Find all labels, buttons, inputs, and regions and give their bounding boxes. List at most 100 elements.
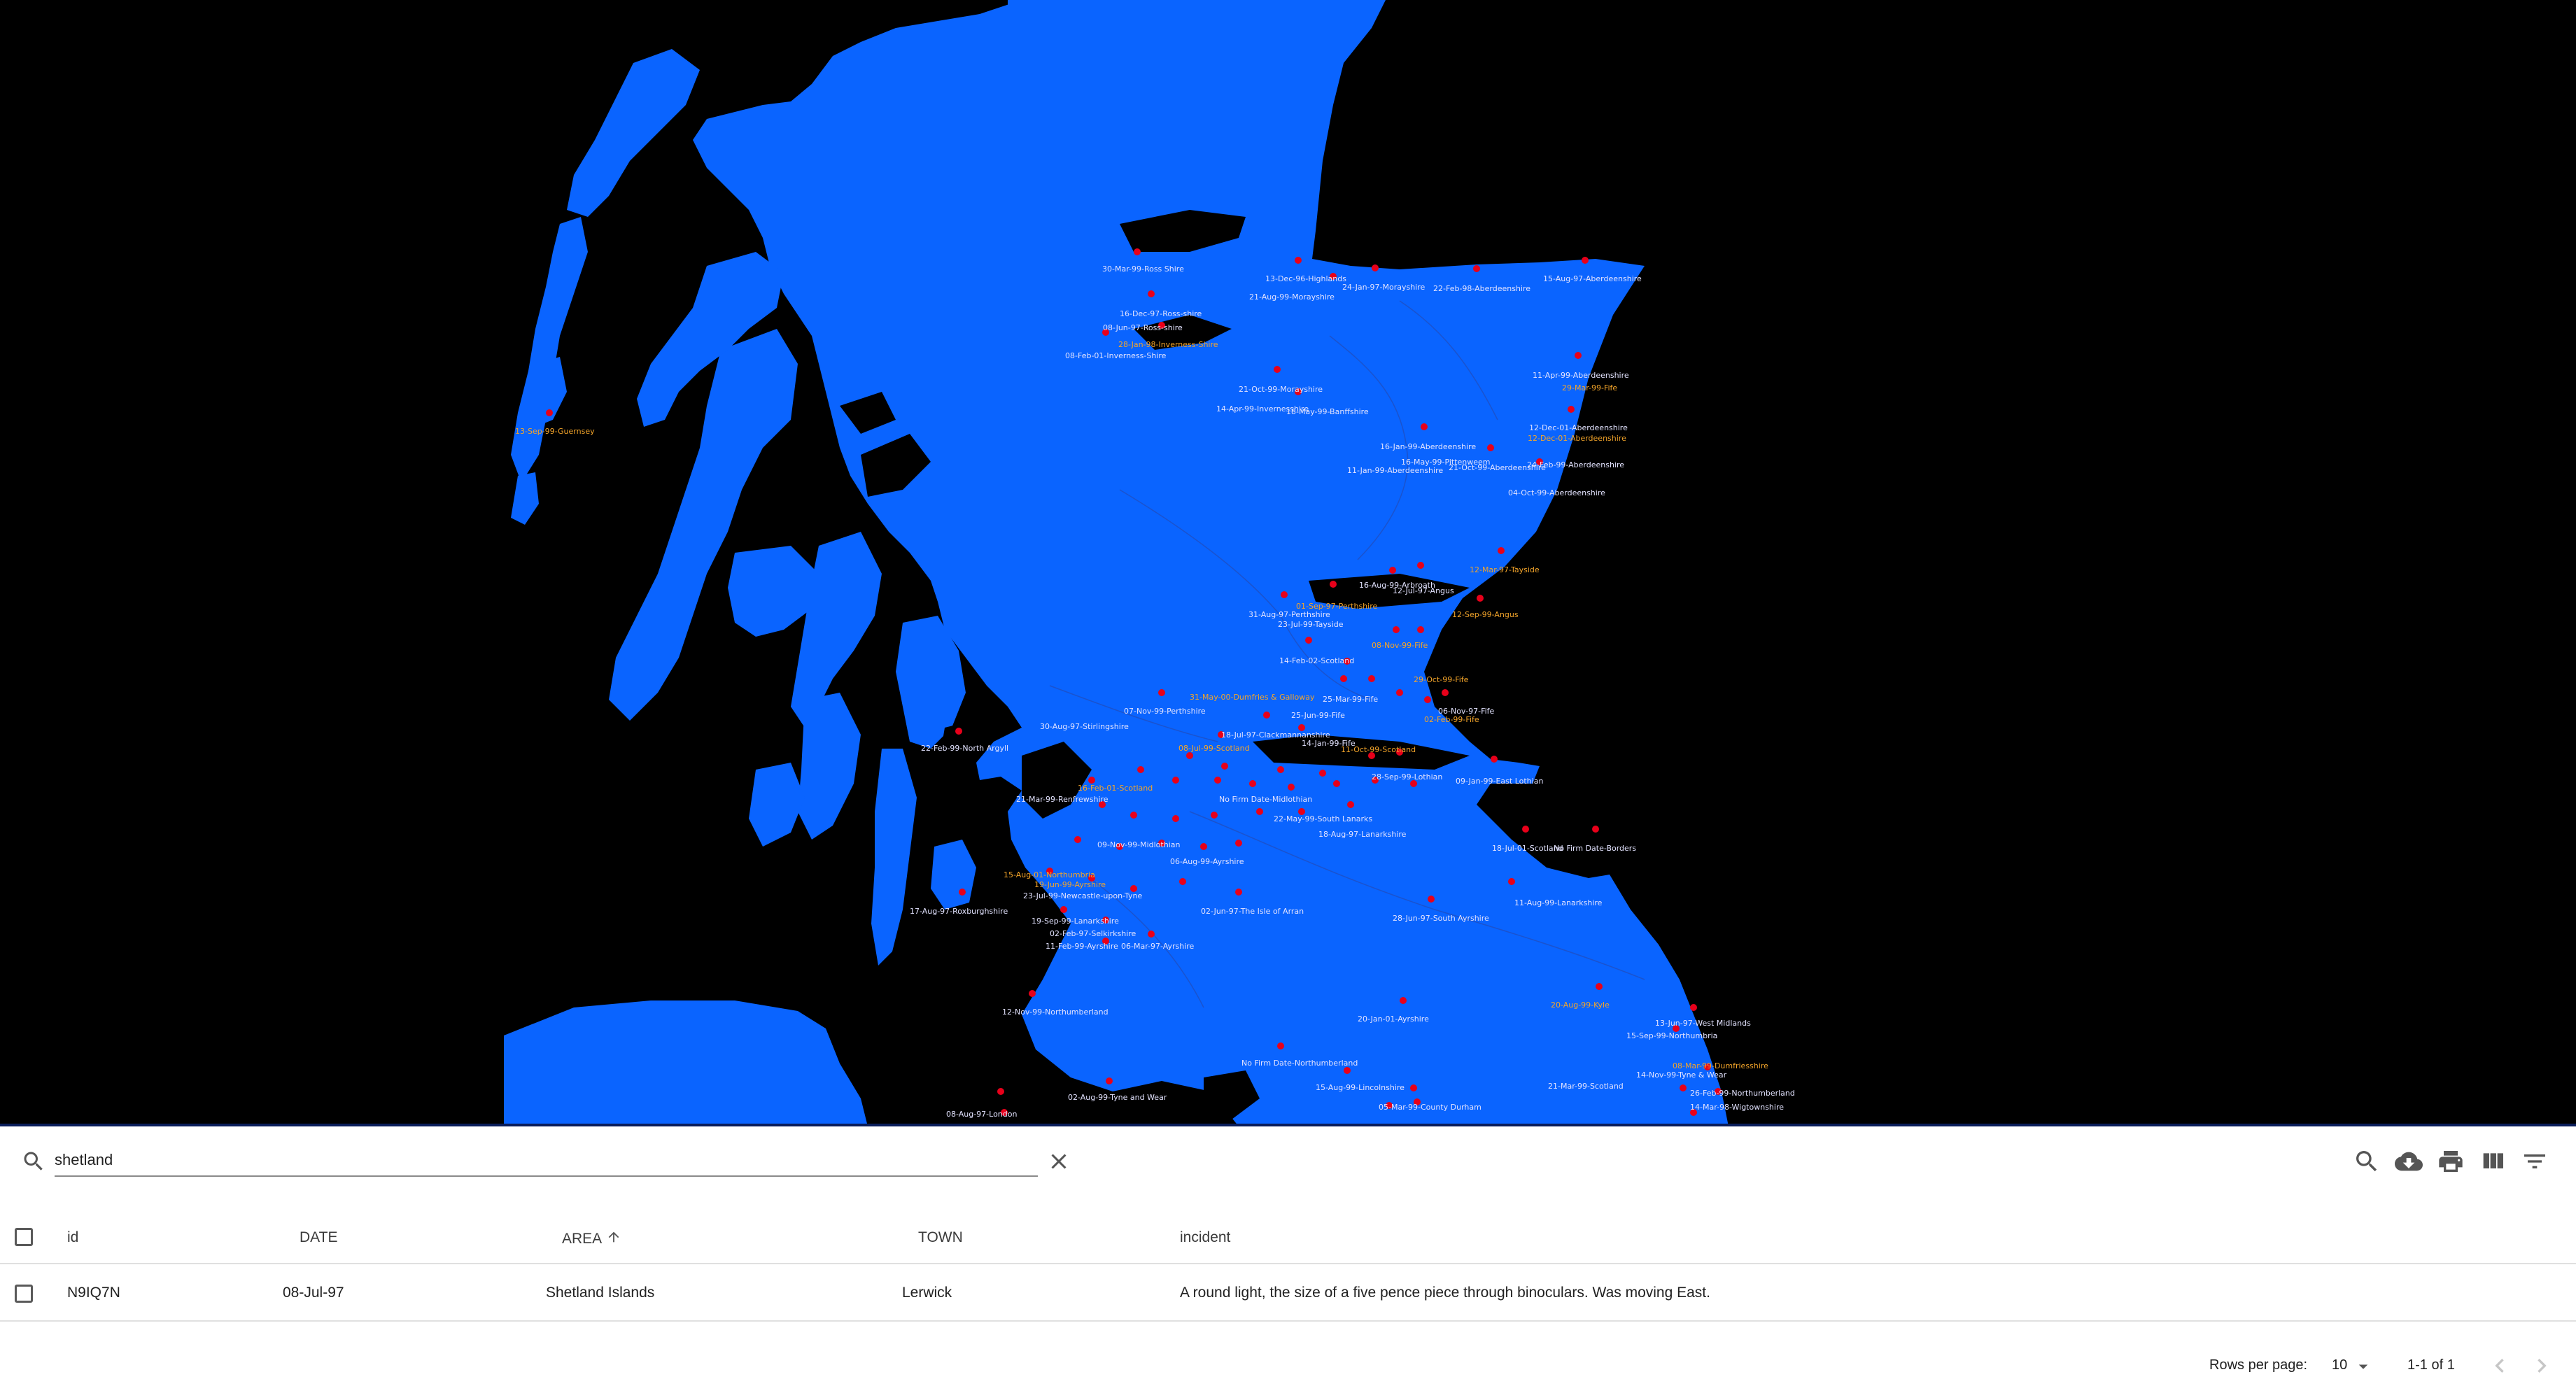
map-incident-label: 13-Jun-97-West Midlands (1655, 1019, 1751, 1028)
map-incident-label: 21-Mar-99-Scotland (1548, 1082, 1624, 1091)
map-incident-label: 12-Mar-97-Tayside (1470, 565, 1540, 574)
uk-incident-map[interactable]: 30-Mar-99-Ross Shire 13-Dec-96-Highlands 2… (0, 0, 2576, 1126)
clear-search-icon[interactable] (1046, 1149, 1071, 1174)
column-header-town[interactable]: TOWN (918, 1229, 963, 1246)
map-incident-label: 20-Aug-99-Kyle (1551, 1000, 1610, 1010)
map-incident-label: No Firm Date-Northumberland (1241, 1059, 1358, 1068)
map-incident-label: 29-Mar-99-Fife (1562, 383, 1617, 393)
column-header-area[interactable]: AREA (562, 1229, 621, 1249)
map-incident-label: 08-Jul-99-Scotland (1178, 744, 1250, 753)
search-icon (21, 1149, 46, 1174)
map-incident-label: 22-Feb-98-Aberdeenshire (1433, 284, 1530, 293)
table-header-row: id DATE AREA TOWN incident (0, 1210, 2576, 1264)
map-incident-label: 18-Aug-97-Lanarkshire (1318, 830, 1407, 839)
map-incident-label: 25-Mar-99-Fife (1323, 695, 1378, 704)
map-incident-label: 09-Jan-99-East Lothian (1456, 777, 1543, 786)
map-incident-label: 12-Nov-99-Northumberland (1002, 1007, 1108, 1017)
map-incident-label: 15-Aug-01-Northumbria (1004, 870, 1095, 879)
column-header-id[interactable]: id (67, 1229, 78, 1246)
map-incident-label: 28-Sep-99-Lothian (1372, 772, 1442, 782)
map-incident-label: 11-Oct-99-Scotland (1341, 745, 1416, 754)
cloud-download-icon[interactable] (2395, 1147, 2423, 1175)
map-incident-label: 14-Feb-02-Scotland (1279, 656, 1354, 665)
row-select-checkbox[interactable] (15, 1285, 33, 1303)
print-icon[interactable] (2437, 1147, 2465, 1175)
select-all-checkbox[interactable] (15, 1228, 33, 1246)
map-incident-label: 11-Jan-99-Aberdeenshire (1347, 466, 1443, 475)
map-incident-label: 30-Mar-99-Ross Shire (1102, 264, 1184, 274)
map-incident-label: 21-Mar-99-Renfrewshire (1016, 795, 1108, 804)
map-incident-label: 18-Jul-01-Scotland (1492, 844, 1563, 853)
map-incident-label: 12-Dec-01-Aberdeenshire (1529, 423, 1628, 432)
map-incident-label: 16-Jan-99-Aberdeenshire (1380, 442, 1476, 451)
data-table: id DATE AREA TOWN incident N9IQ7N 08-Jul… (0, 1128, 2576, 1393)
map-incident-label: 31-Aug-97-Perthshire (1248, 610, 1330, 619)
pagination: Rows per page: 10 1-1 of 1 (0, 1345, 2576, 1384)
cell-town: Lerwick (902, 1285, 952, 1301)
map-incident-label: 22-Feb-99-North Argyll (921, 744, 1008, 753)
map-incident-label: 08-Nov-99-Fife (1372, 641, 1428, 650)
map-incident-label: 24-Jan-97-Morayshire (1342, 283, 1426, 292)
map-incident-label: 28-Jan-98-Inverness-Shire (1118, 340, 1218, 349)
search-icon[interactable] (2353, 1147, 2381, 1175)
map-incident-label: 14-Nov-99-Tyne & Wear (1636, 1070, 1727, 1080)
map-incident-label: 20-Jan-01-Ayrshire (1358, 1014, 1429, 1024)
map-incident-label: 12-Dec-01-Aberdeenshire (1528, 434, 1626, 443)
land-mass (504, 0, 1729, 1126)
column-header-date[interactable]: DATE (300, 1229, 337, 1246)
map-incident-label: 04-Oct-99-Aberdeenshire (1508, 488, 1605, 497)
dropdown-arrow-icon (2358, 1364, 2368, 1369)
map-incident-label: 28-Jun-97-South Ayrshire (1393, 914, 1489, 923)
map-incident-label: 24-Feb-99-Aberdeenshire (1527, 460, 1624, 469)
filter-list-icon[interactable] (2521, 1147, 2549, 1175)
sort-ascending-icon[interactable] (606, 1229, 621, 1249)
table-row[interactable]: N9IQ7N 08-Jul-97 Shetland Islands Lerwic… (0, 1266, 2576, 1322)
cell-id: N9IQ7N (67, 1285, 120, 1301)
map-incident-label: 14-Mar-98-Wigtownshire (1690, 1103, 1784, 1112)
map-incident-label: 06-Mar-97-Ayrshire (1121, 942, 1195, 951)
map-incident-label: 12-Jul-97-Angus (1393, 586, 1454, 595)
map-incident-label: 18-May-99-Banffshire (1286, 407, 1369, 416)
map-incident-label: 11-Aug-99-Lanarkshire (1514, 898, 1603, 907)
map-incident-label: 19-Jun-99-Ayrshire (1034, 880, 1106, 889)
map-incident-label: 15-Aug-97-Aberdeenshire (1543, 274, 1642, 283)
map-incident-label: 29-Oct-99-Fife (1414, 675, 1469, 684)
map-incident-label: 02-Aug-99-Tyne and Wear (1068, 1093, 1167, 1102)
column-header-incident[interactable]: incident (1180, 1229, 1230, 1246)
cell-area: Shetland Islands (546, 1285, 655, 1301)
map-incident-label: 05-Mar-99-County Durham (1379, 1103, 1481, 1112)
map-incident-label: 21-Oct-99-Morayshire (1239, 385, 1323, 394)
map-incident-label: No Firm Date-Midlothian (1219, 795, 1312, 804)
map-incident-label: 08-Feb-01-Inverness-Shire (1065, 351, 1167, 360)
map-incident-label: 11-Apr-99-Aberdeenshire (1533, 371, 1629, 380)
map-incident-label: 15-Aug-99-Lincolnshire (1316, 1083, 1405, 1092)
cell-incident: A round light, the size of a five pence … (1180, 1285, 1710, 1301)
map-incident-label: 02-Jun-97-The Isle of Arran (1201, 907, 1304, 916)
rows-per-page-value: 10 (2332, 1357, 2348, 1373)
map-incident-label: 23-Jul-99-Newcastle-upon-Tyne (1023, 891, 1143, 900)
map-incident-label: 12-Sep-99-Angus (1452, 610, 1519, 619)
map-incident-label: 22-May-99-South Lanarks (1274, 814, 1372, 823)
map-incident-label: 08-Mar-99-Dumfriesshire (1673, 1061, 1768, 1070)
map-incident-label: 26-Feb-99-Northumberland (1690, 1089, 1795, 1098)
search-input[interactable] (55, 1145, 1038, 1175)
search-field[interactable] (55, 1145, 1038, 1177)
rows-per-page-select[interactable]: 10 (2332, 1355, 2378, 1377)
next-page-icon[interactable] (2528, 1352, 2556, 1380)
map-incident-label: 16-Dec-97-Ross-shire (1120, 309, 1202, 318)
map-incident-label: 07-Nov-99-Perthshire (1124, 707, 1206, 716)
map-incident-label: 17-Aug-97-Roxburghshire (910, 907, 1008, 916)
map-incident-label: 21-Aug-99-Morayshire (1249, 292, 1335, 302)
map-incident-label: 19-Sep-99-Lanarkshire (1032, 917, 1119, 926)
previous-page-icon[interactable] (2486, 1352, 2514, 1380)
table-toolbar (0, 1128, 2576, 1195)
map-incident-label: 13-Sep-99-Guernsey (515, 427, 595, 436)
cell-date: 08-Jul-97 (283, 1285, 344, 1301)
map-incident-label: 09-Nov-99-Midlothian (1097, 840, 1180, 849)
map-divider (0, 1124, 2576, 1126)
column-header-area-label: AREA (562, 1231, 603, 1247)
map-incident-label: 08-Aug-97-London (946, 1110, 1017, 1119)
rows-per-page-label: Rows per page: (2209, 1357, 2308, 1373)
map-incident-label: 15-Sep-99-Northumbria (1626, 1031, 1717, 1040)
view-columns-icon[interactable] (2479, 1147, 2507, 1175)
